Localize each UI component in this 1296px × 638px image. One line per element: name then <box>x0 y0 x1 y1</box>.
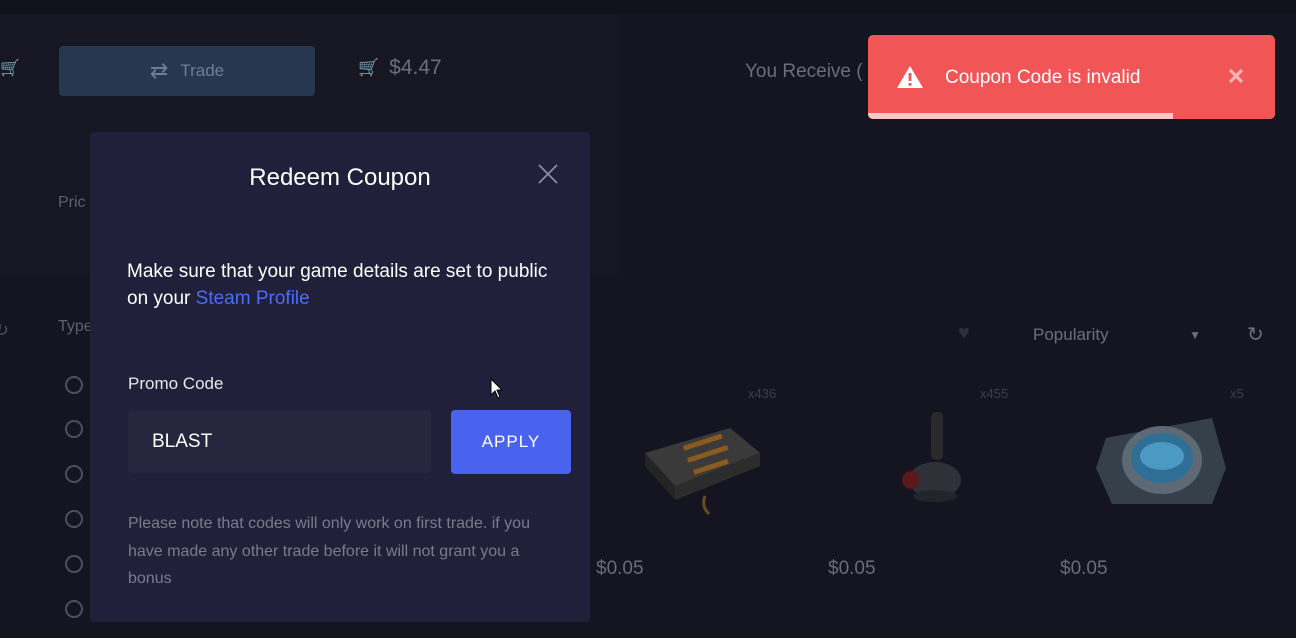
modal-title: Redeem Coupon <box>249 164 431 191</box>
price-filter-label: Pric <box>58 194 86 211</box>
favorite-heart-icon[interactable]: ♥ <box>958 322 970 345</box>
refresh-icon[interactable]: ↻ <box>1247 322 1264 347</box>
sort-dropdown[interactable]: Popularity ▼ <box>1017 316 1217 354</box>
promo-code-input[interactable] <box>128 410 431 473</box>
cart-icon: 🛒 <box>0 60 20 77</box>
type-radio[interactable] <box>65 555 83 573</box>
sort-selected-value: Popularity <box>1033 325 1109 344</box>
filter-sidebar <box>0 290 88 638</box>
type-radio[interactable] <box>65 600 83 618</box>
promo-code-label: Promo Code <box>128 374 224 393</box>
steam-profile-link[interactable]: Steam Profile <box>196 288 310 309</box>
chevron-down-icon: ▼ <box>1189 328 1201 342</box>
type-radio[interactable] <box>65 376 83 394</box>
top-bar <box>0 0 1296 14</box>
modal-message: Make sure that your game details are set… <box>127 258 557 312</box>
refresh-icon[interactable]: ↻ <box>0 320 9 341</box>
cart-icon: 🛒 <box>358 58 380 77</box>
redeem-coupon-modal: Redeem Coupon Make sure that your game d… <box>90 132 590 622</box>
type-radio[interactable] <box>65 465 83 483</box>
warning-icon <box>897 66 923 88</box>
apply-button[interactable]: APPLY <box>451 410 571 474</box>
error-toast: Coupon Code is invalid <box>868 35 1275 119</box>
toast-message: Coupon Code is invalid <box>945 67 1141 88</box>
toast-progress-track <box>868 113 1275 119</box>
toast-progress-bar <box>868 113 1174 119</box>
item-price: $0.05 <box>596 558 644 579</box>
type-radio[interactable] <box>65 510 83 528</box>
type-radio[interactable] <box>65 420 83 438</box>
item-price: $0.05 <box>1060 558 1108 579</box>
you-receive-label: You Receive ( <box>745 61 863 82</box>
close-icon[interactable] <box>1226 65 1246 87</box>
trade-button[interactable]: ⇄ Trade <box>59 46 315 96</box>
modal-message-text: Make sure that your game details are set… <box>127 261 548 309</box>
item-count: x5 <box>1230 386 1244 401</box>
item-image-lever[interactable] <box>895 408 965 508</box>
item-image-circuit-board[interactable] <box>635 408 765 518</box>
coupon-note: Please note that codes will only work on… <box>128 515 530 587</box>
type-filter-label: Type <box>58 318 93 335</box>
mouse-cursor-icon <box>490 378 504 399</box>
item-count: x436 <box>748 386 777 401</box>
cart-total-value: $4.47 <box>389 56 442 79</box>
item-image-porthole[interactable] <box>1092 408 1232 518</box>
close-icon[interactable] <box>536 162 560 186</box>
swap-arrows-icon: ⇄ <box>149 58 169 83</box>
item-price: $0.05 <box>828 558 876 579</box>
item-count: x455 <box>980 386 1009 401</box>
cart-total: 🛒 $4.47 <box>358 56 442 80</box>
trade-button-label: Trade <box>180 61 225 80</box>
